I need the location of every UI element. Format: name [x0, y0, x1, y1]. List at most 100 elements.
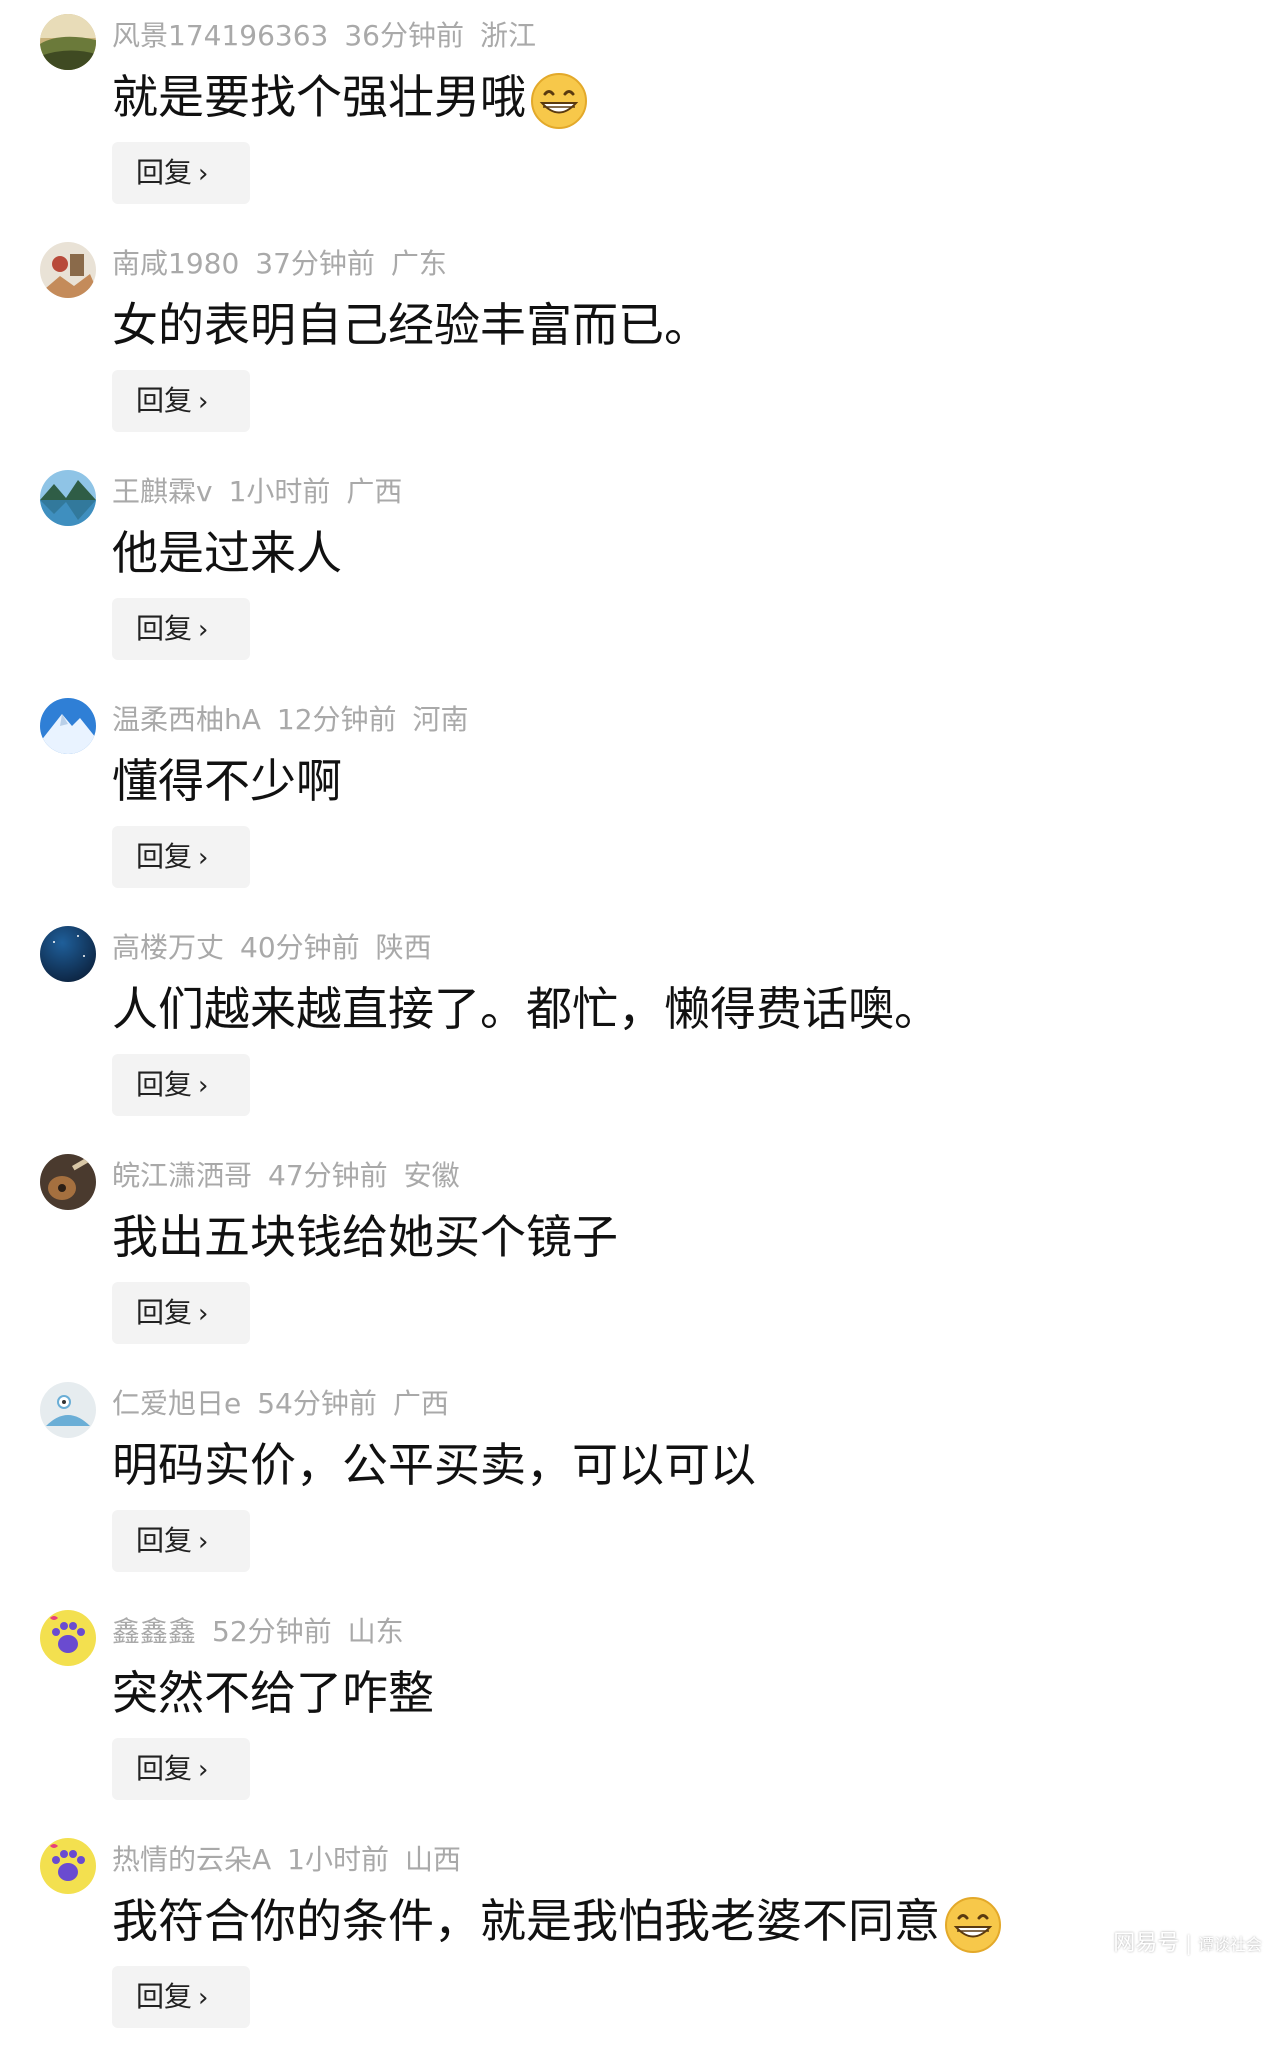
comment-text-content: 突然不给了咋整: [112, 1666, 434, 1720]
reply-button[interactable]: 回复 ›: [112, 370, 250, 432]
comment-text-content: 女的表明自己经验丰富而已。: [112, 298, 710, 352]
reply-label: 回复: [136, 384, 193, 417]
username[interactable]: 王麒霖v: [112, 475, 213, 508]
comment-time: 12分钟前: [276, 703, 397, 736]
chevron-right-icon: ›: [198, 1983, 209, 2013]
comment-time: 52分钟前: [212, 1615, 332, 1648]
chevron-right-icon: ›: [198, 159, 209, 189]
comment-text: 突然不给了咋整: [112, 1662, 434, 1724]
comment-item: 鑫鑫鑫 52分钟前 山东突然不给了咋整回复 ›: [0, 1596, 1280, 1824]
comment-item: 王麒霖v 1小时前 广西 他是过来人 回复 ›: [0, 456, 1280, 684]
chevron-right-icon: ›: [198, 843, 209, 873]
reply-button[interactable]: 回复 ›: [112, 826, 250, 888]
chevron-right-icon: ›: [198, 1299, 209, 1329]
username[interactable]: 温柔西柚hA: [112, 703, 261, 736]
comment-item: 温柔西柚hA 12分钟前 河南懂得不少啊回复 ›: [0, 684, 1280, 912]
reply-label: 回复: [136, 1752, 193, 1785]
comment-location: 浙江: [479, 19, 536, 52]
comment-text: 懂得不少啊: [112, 750, 342, 812]
comment-meta: 皖江潇洒哥 47分钟前 安徽: [112, 1156, 476, 1196]
comment-text: 就是要找个强壮男哦: [112, 66, 588, 130]
comment-meta: 高楼万丈 40分钟前 陕西: [112, 928, 448, 968]
comment-time: 54分钟前: [257, 1387, 377, 1420]
comment-text-content: 我出五块钱给她买个镜子: [112, 1210, 618, 1264]
avatar[interactable]: [40, 1838, 96, 1894]
chevron-right-icon: ›: [198, 1071, 209, 1101]
comment-meta: 鑫鑫鑫 52分钟前 山东: [112, 1612, 420, 1652]
comment-text-content: 他是过来人: [112, 526, 342, 580]
comment-text: 明码实价，公平买卖，可以可以: [112, 1434, 756, 1496]
comment-meta: 南咸1980 37分钟前 广东: [112, 244, 463, 284]
watermark-account: 谭谈社会: [1197, 1935, 1262, 1954]
reply-button[interactable]: 回复 ›: [112, 1966, 250, 2028]
comment-location: 河南: [412, 703, 469, 736]
comment-meta: 风景174196363 36分钟前 浙江: [112, 16, 552, 56]
comment-location: 安徽: [403, 1159, 460, 1192]
reply-button[interactable]: 回复 ›: [112, 598, 250, 660]
comment-time: 47分钟前: [268, 1159, 388, 1192]
chevron-right-icon: ›: [198, 387, 209, 417]
avatar[interactable]: [40, 926, 96, 982]
grin-emoji-icon: [944, 1896, 1002, 1954]
comment-item: 皖江潇洒哥 47分钟前 安徽我出五块钱给她买个镜子回复 ›: [0, 1140, 1280, 1368]
avatar[interactable]: [40, 470, 96, 526]
comment-time: 40分钟前: [240, 931, 360, 964]
reply-button[interactable]: 回复 ›: [112, 142, 250, 204]
username[interactable]: 南咸1980: [112, 247, 239, 280]
username[interactable]: 皖江潇洒哥: [112, 1159, 252, 1192]
grin-emoji-icon: [530, 72, 588, 130]
avatar[interactable]: [40, 242, 96, 298]
avatar[interactable]: [40, 1610, 96, 1666]
comment-time: 36分钟前: [344, 19, 464, 52]
comment-text: 我符合你的条件，就是我怕我老婆不同意: [112, 1890, 1002, 1954]
username[interactable]: 高楼万丈: [112, 931, 224, 964]
comment-meta: 王麒霖v 1小时前 广西: [112, 472, 418, 512]
reply-label: 回复: [136, 612, 193, 645]
reply-label: 回复: [136, 1524, 193, 1557]
username[interactable]: 热情的云朵A: [112, 1843, 271, 1876]
comment-location: 广东: [390, 247, 447, 280]
comment-time: 1小时前: [287, 1843, 389, 1876]
comment-meta: 温柔西柚hA 12分钟前 河南: [112, 700, 485, 740]
comment-location: 陕西: [375, 931, 432, 964]
reply-button[interactable]: 回复 ›: [112, 1738, 250, 1800]
comment-text-content: 人们越来越直接了。都忙，懒得费话噢。: [112, 982, 940, 1036]
comment-time: 1小时前: [228, 475, 331, 508]
comment-item: 仁爱旭日e 54分钟前 广西明码实价，公平买卖，可以可以回复 ›: [0, 1368, 1280, 1596]
comment-text-content: 我符合你的条件，就是我怕我老婆不同意: [112, 1894, 940, 1948]
reply-label: 回复: [136, 1980, 193, 2013]
username[interactable]: 仁爱旭日e: [112, 1387, 241, 1420]
comment-location: 山东: [347, 1615, 404, 1648]
reply-button[interactable]: 回复 ›: [112, 1054, 250, 1116]
comment-item: 高楼万丈 40分钟前 陕西人们越来越直接了。都忙，懒得费话噢。回复 ›: [0, 912, 1280, 1140]
chevron-right-icon: ›: [198, 1755, 209, 1785]
username[interactable]: 鑫鑫鑫: [112, 1615, 196, 1648]
reply-label: 回复: [136, 156, 193, 189]
comment-text: 他是过来人: [112, 522, 342, 584]
reply-button[interactable]: 回复 ›: [112, 1510, 250, 1572]
avatar[interactable]: [40, 698, 96, 754]
watermark: 网易号 | 谭谈社会: [1113, 1931, 1262, 1956]
comment-text-content: 明码实价，公平买卖，可以可以: [112, 1438, 756, 1492]
chevron-right-icon: ›: [198, 1527, 209, 1557]
chevron-right-icon: ›: [198, 615, 209, 645]
comment-location: 广西: [392, 1387, 449, 1420]
username[interactable]: 风景174196363: [112, 19, 328, 52]
comment-meta: 仁爱旭日e 54分钟前 广西: [112, 1384, 465, 1424]
reply-label: 回复: [136, 1296, 193, 1329]
comment-text: 人们越来越直接了。都忙，懒得费话噢。: [112, 978, 940, 1040]
comment-item: 热情的云朵A 1小时前 山西我符合你的条件，就是我怕我老婆不同意回复 ›: [0, 1824, 1280, 2052]
avatar[interactable]: [40, 1154, 96, 1210]
comment-item: 风景174196363 36分钟前 浙江就是要找个强壮男哦回复 ›: [0, 0, 1280, 228]
reply-label: 回复: [136, 1068, 193, 1101]
comment-text: 我出五块钱给她买个镜子: [112, 1206, 618, 1268]
comment-meta: 热情的云朵A 1小时前 山西: [112, 1840, 477, 1880]
comment-text-content: 就是要找个强壮男哦: [112, 70, 526, 124]
reply-label: 回复: [136, 840, 193, 873]
watermark-brand: 网易号: [1113, 1931, 1180, 1956]
reply-button[interactable]: 回复 ›: [112, 1282, 250, 1344]
comment-text: 女的表明自己经验丰富而已。: [112, 294, 710, 356]
avatar[interactable]: [40, 14, 96, 70]
avatar[interactable]: [40, 1382, 96, 1438]
comment-location: 山西: [404, 1843, 461, 1876]
